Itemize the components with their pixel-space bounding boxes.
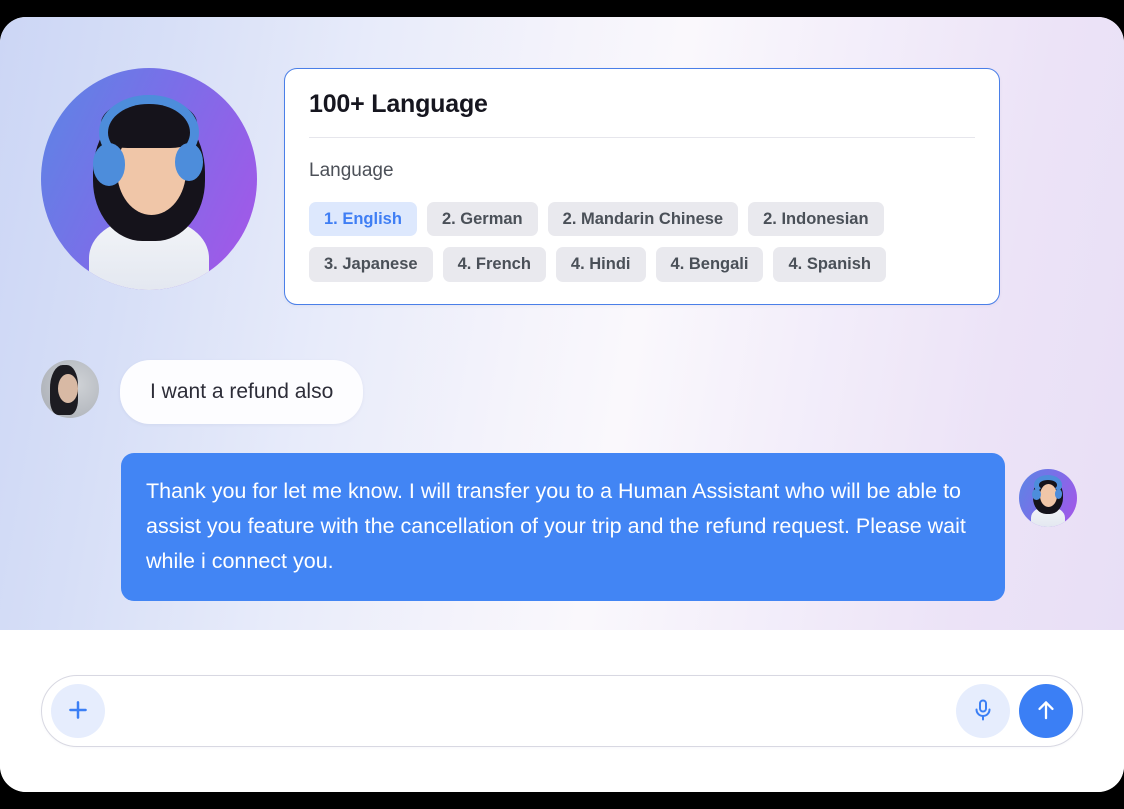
language-chip-german[interactable]: 2. German (426, 201, 538, 237)
arrow-up-icon (1033, 697, 1059, 726)
plus-icon (65, 697, 91, 726)
attachment-button[interactable] (51, 684, 105, 738)
language-card-subtitle: Language (309, 159, 394, 181)
voice-input-button[interactable] (956, 684, 1010, 738)
assistant-avatar-wrap (1019, 469, 1077, 527)
language-chip-row: 3. Japanese 4. French 4. Hindi 4. Bengal… (309, 247, 975, 283)
user-avatar (41, 360, 99, 418)
assistant-message-bubble: Thank you for let me know. I will transf… (121, 453, 1005, 602)
microphone-icon (971, 698, 995, 725)
chat-message-area: 100+ Language Language 1. English 2. Ger… (0, 17, 1124, 630)
language-chip-japanese[interactable]: 3. Japanese (309, 247, 433, 283)
assistant-avatar-small (1019, 469, 1077, 527)
language-card-title: 100+ Language (309, 90, 488, 118)
language-chip-hindi[interactable]: 4. Hindi (555, 247, 646, 283)
language-chip-english[interactable]: 1. English (309, 201, 417, 237)
user-message-row: I want a refund also (41, 360, 364, 424)
composer-area (0, 630, 1124, 792)
language-card: 100+ Language Language 1. English 2. Ger… (284, 68, 1000, 306)
message-input[interactable] (105, 676, 956, 746)
language-chip-bengali[interactable]: 4. Bengali (655, 247, 764, 283)
language-chip-group: 1. English 2. German 2. Mandarin Chinese… (309, 201, 975, 283)
language-chip-row: 1. English 2. German 2. Mandarin Chinese… (309, 201, 975, 237)
card-divider (309, 136, 975, 138)
assistant-message-row: Thank you for let me know. I will transf… (121, 453, 1077, 602)
assistant-card-row: 100+ Language Language 1. English 2. Ger… (0, 17, 1124, 306)
composer-bar (41, 675, 1083, 747)
language-chip-mandarin-chinese[interactable]: 2. Mandarin Chinese (547, 201, 739, 237)
chat-window: 100+ Language Language 1. English 2. Ger… (0, 17, 1124, 792)
send-button[interactable] (1019, 684, 1073, 738)
user-message-bubble: I want a refund also (120, 360, 364, 424)
language-chip-spanish[interactable]: 4. Spanish (773, 247, 886, 283)
language-chip-french[interactable]: 4. French (442, 247, 546, 283)
assistant-avatar-large (41, 68, 257, 290)
language-chip-indonesian[interactable]: 2. Indonesian (748, 201, 884, 237)
